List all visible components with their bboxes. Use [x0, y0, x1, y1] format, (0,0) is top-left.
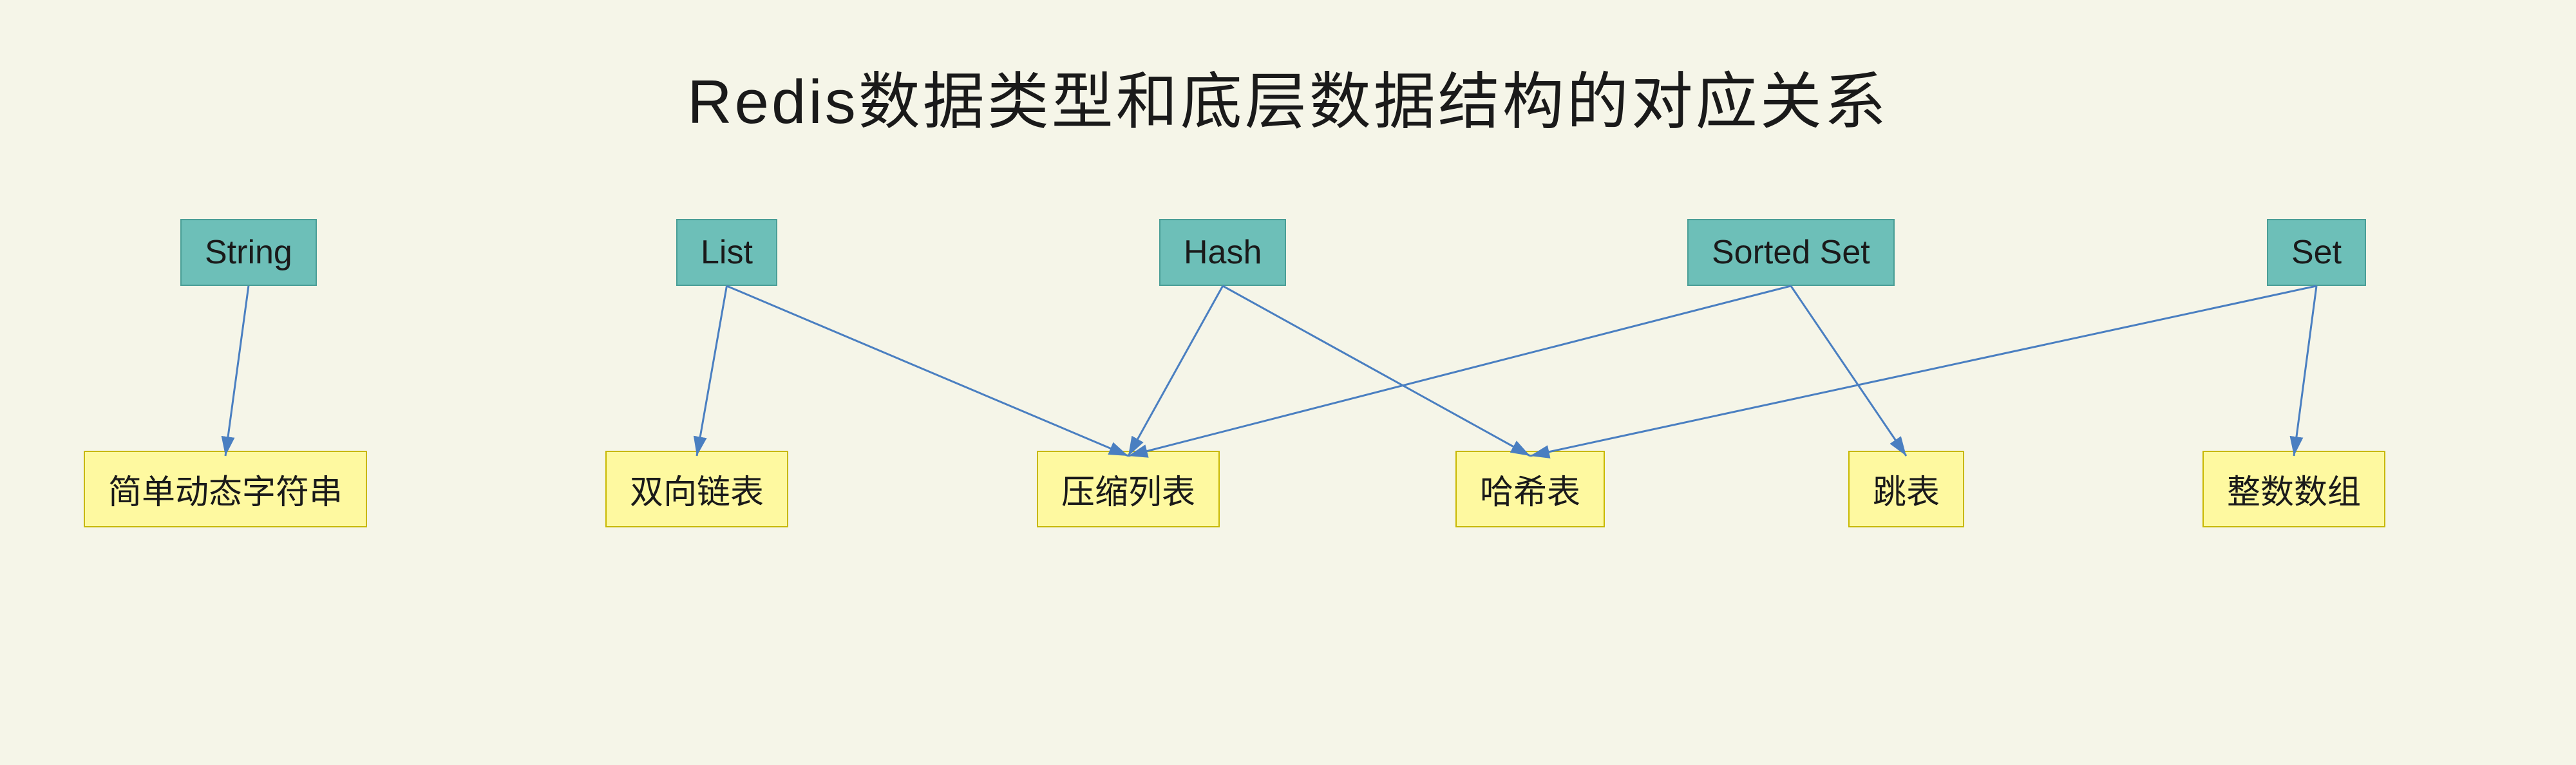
hash-box: Hash	[1159, 219, 1286, 286]
string-box: String	[180, 219, 317, 286]
arrows-svg	[0, 180, 2576, 765]
hash-table-box: 哈希表	[1455, 451, 1605, 527]
doubly-linked-list-box: 双向链表	[605, 451, 788, 527]
sorted-set-box: Sorted Set	[1687, 219, 1895, 286]
sds-box: 简单动态字符串	[84, 451, 367, 527]
compressed-list-box: 压缩列表	[1037, 451, 1220, 527]
diagram-area: String List Hash Sorted Set Set 简单动态字符串 …	[0, 180, 2576, 765]
skip-list-box: 跳表	[1848, 451, 1964, 527]
page-title: Redis数据类型和底层数据结构的对应关系	[0, 0, 2576, 141]
list-box: List	[676, 219, 777, 286]
set-box: Set	[2267, 219, 2366, 286]
int-array-box: 整数数组	[2202, 451, 2385, 527]
